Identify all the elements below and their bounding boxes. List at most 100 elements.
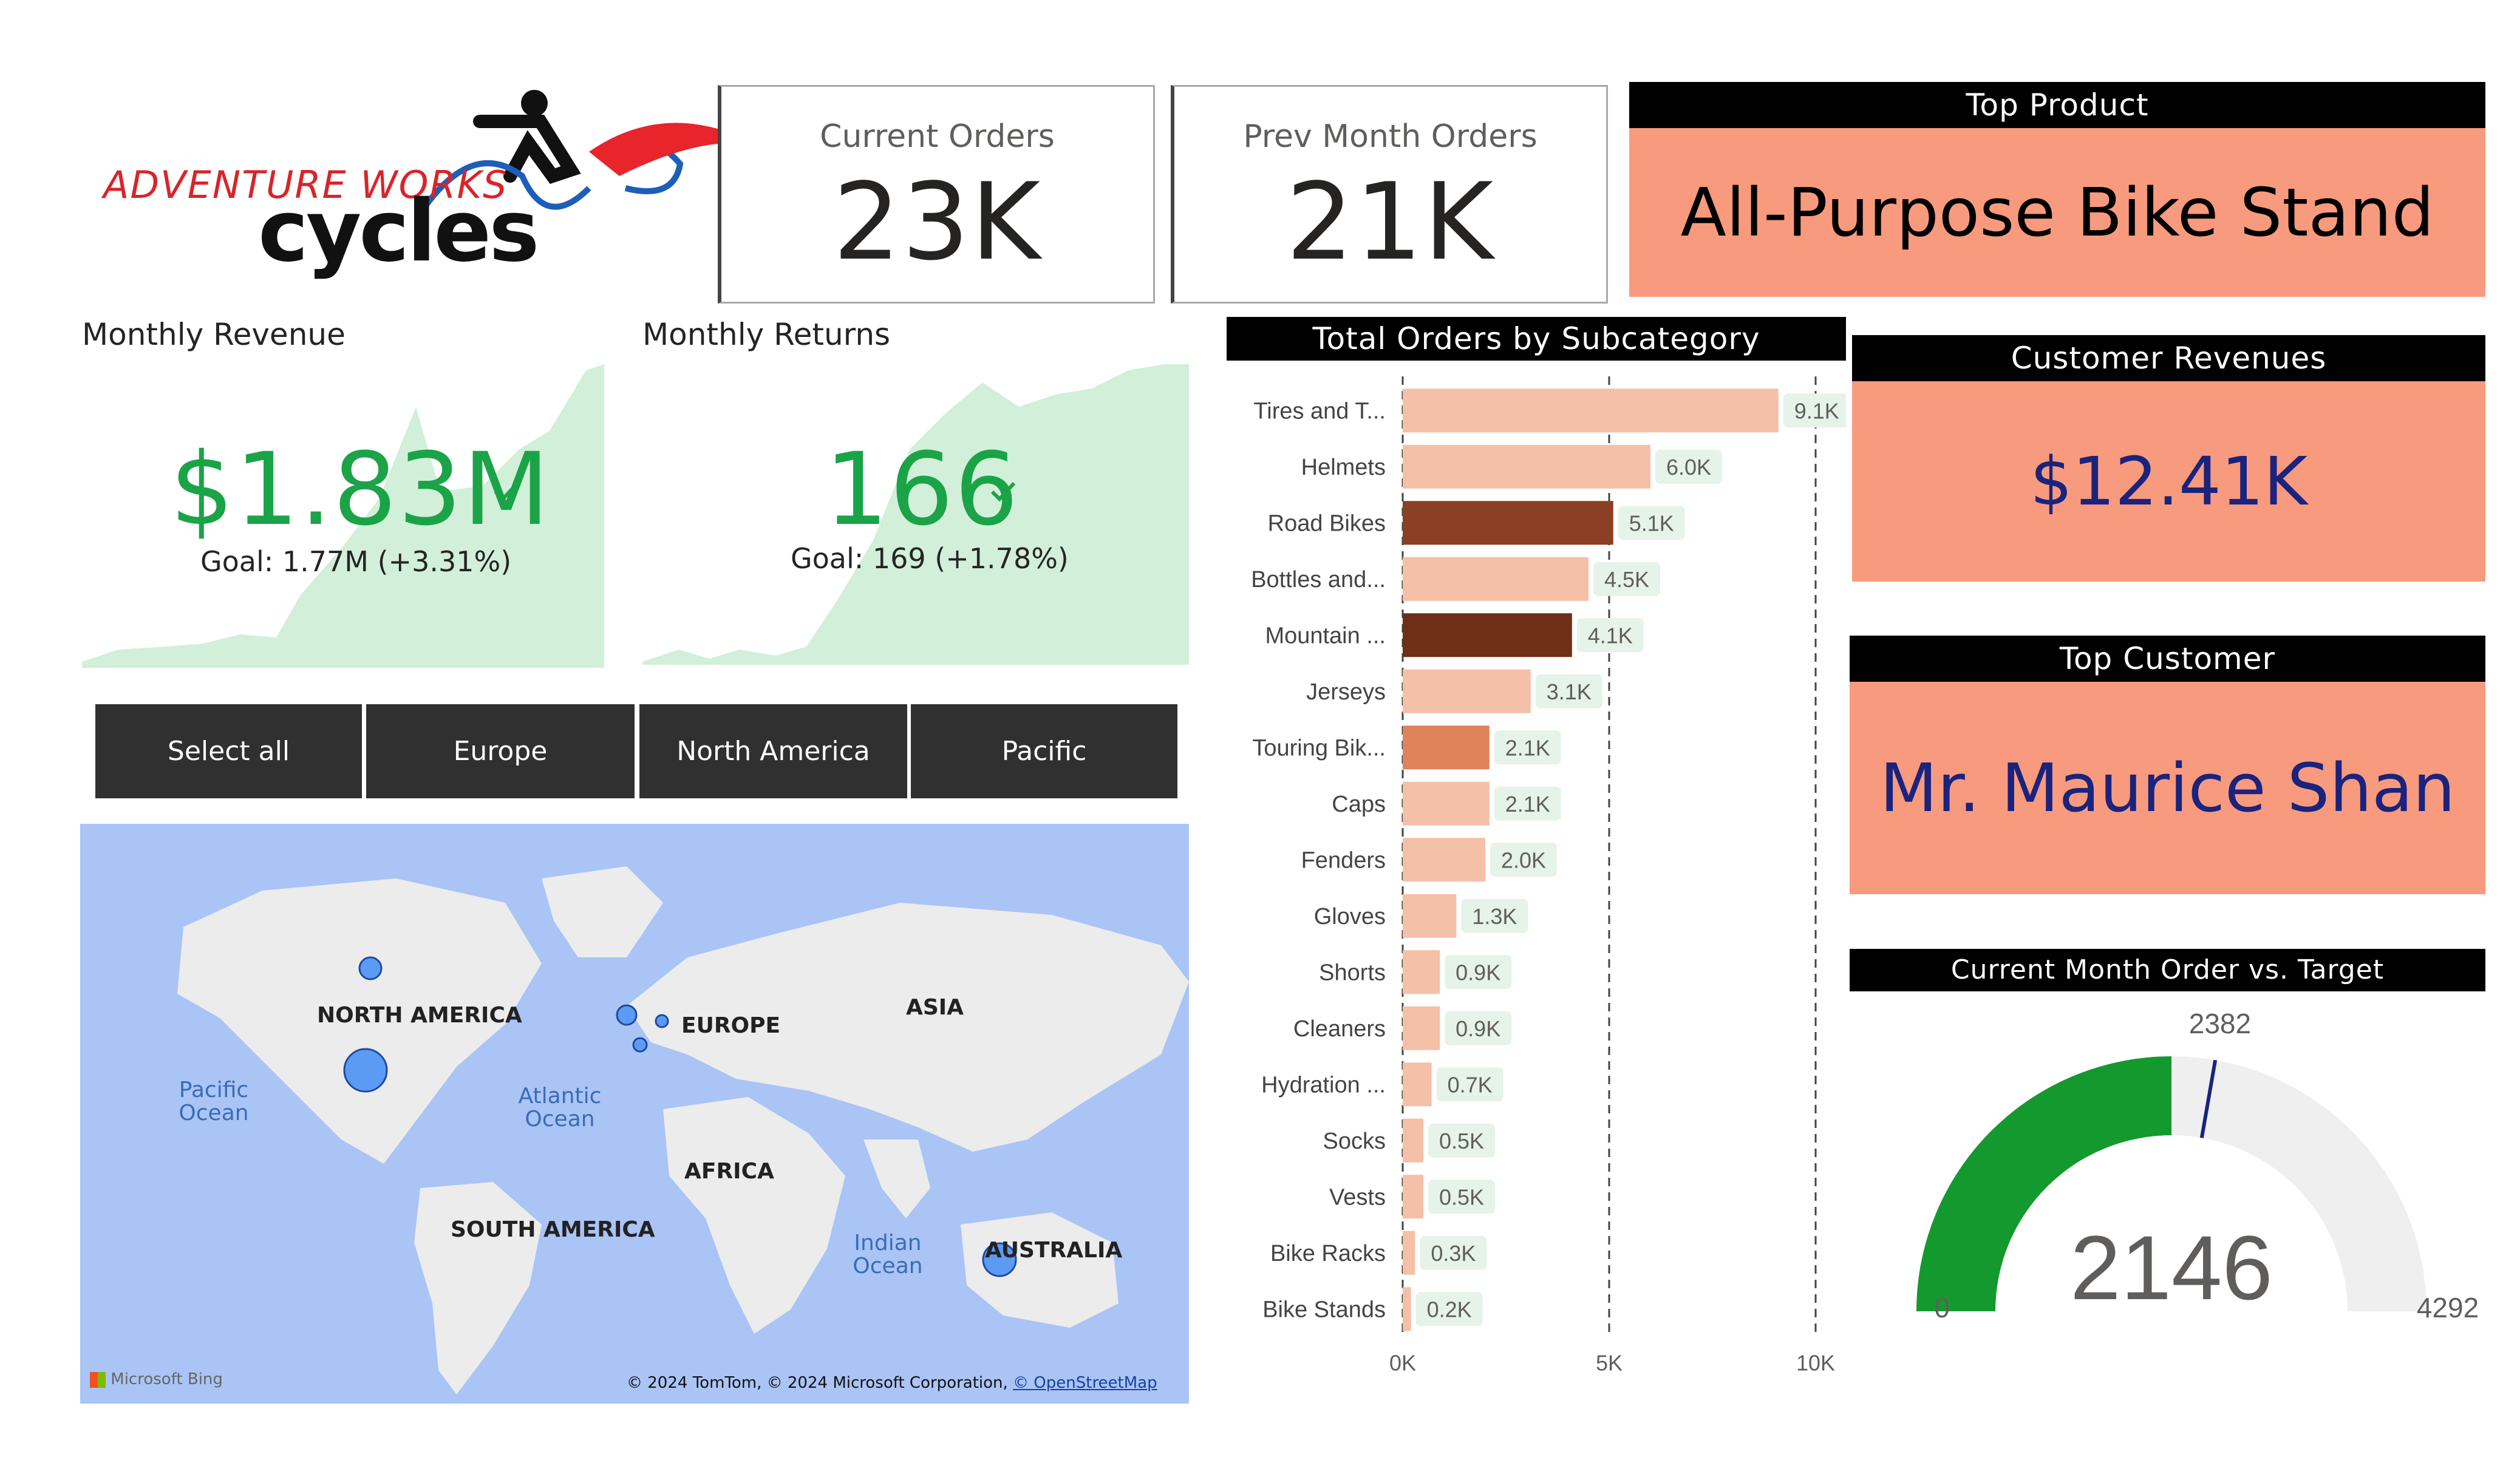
prev-month-orders-card: Prev Month Orders 21K bbox=[1171, 85, 1608, 304]
gauge-value-label: 2146 bbox=[2070, 1217, 2273, 1319]
orders-by-subcategory-chart: 0K 5K 10K Tires and T... 9.1K Helmets 6.0K Road… bbox=[1251, 376, 1846, 1376]
data-label: 6.0K bbox=[1666, 455, 1711, 480]
map-label-australia: AUSTRALIA bbox=[985, 1238, 1123, 1263]
current-orders-value: 23K bbox=[833, 161, 1042, 284]
bar bbox=[1403, 444, 1650, 489]
map-label-north-america: NORTH AMERICA bbox=[317, 1003, 522, 1028]
data-label: 4.5K bbox=[1604, 567, 1649, 592]
bar bbox=[1403, 1175, 1423, 1219]
x-tick-label: 5K bbox=[1596, 1351, 1623, 1376]
current-orders-label: Current Orders bbox=[820, 118, 1055, 155]
gauge-max-label: 4292 bbox=[2417, 1292, 2479, 1323]
map-label-indian-ocean: Indian Ocean bbox=[853, 1231, 923, 1279]
y-category-label: Fenders bbox=[1301, 847, 1386, 873]
bar-chart-title: Total Orders by Subcategory bbox=[1227, 317, 1846, 361]
data-label: 1.3K bbox=[1472, 904, 1517, 929]
customer-revenues-value: $12.41K bbox=[1852, 381, 2485, 582]
bubble-france bbox=[632, 1037, 648, 1053]
map-label-pacific-ocean: Pacific Ocean bbox=[179, 1078, 249, 1126]
map-label-south-america: SOUTH AMERICA bbox=[451, 1217, 655, 1242]
data-label: 0.7K bbox=[1448, 1072, 1493, 1097]
y-category-label: Road Bikes bbox=[1268, 511, 1386, 536]
y-category-label: Mountain ... bbox=[1265, 623, 1386, 648]
top-product-value: All-Purpose Bike Stand bbox=[1629, 128, 2485, 297]
data-label: 5.1K bbox=[1629, 511, 1674, 535]
bubble-canada bbox=[358, 956, 383, 980]
order-target-gauge: 2382 2146 0 4292 bbox=[1916, 1008, 2479, 1323]
data-label: 0.5K bbox=[1439, 1184, 1484, 1209]
slicer-north-america[interactable]: North America bbox=[639, 704, 907, 798]
y-category-label: Shorts bbox=[1319, 960, 1386, 985]
check-icon bbox=[990, 481, 1016, 502]
bar bbox=[1403, 557, 1589, 601]
bar bbox=[1403, 1118, 1423, 1163]
top-product-title: Top Product bbox=[1629, 82, 2485, 128]
data-label: 2.1K bbox=[1505, 792, 1550, 817]
y-category-label: Vests bbox=[1329, 1184, 1386, 1210]
customer-revenues-title: Customer Revenues bbox=[1852, 335, 2485, 381]
logo-text-bottom: cycles bbox=[258, 182, 540, 281]
bubble-uk bbox=[616, 1004, 638, 1026]
map-attribution: © 2024 TomTom, © 2024 Microsoft Corporat… bbox=[627, 1374, 1157, 1392]
data-label: 0.3K bbox=[1431, 1241, 1476, 1266]
slicer-select-all[interactable]: Select all bbox=[95, 704, 362, 798]
bar bbox=[1403, 725, 1490, 770]
bar bbox=[1403, 1287, 1411, 1331]
monthly-returns-title: Monthly Returns bbox=[642, 317, 891, 352]
bar bbox=[1403, 838, 1485, 882]
y-category-label: Jerseys bbox=[1306, 679, 1386, 705]
bubble-usa bbox=[343, 1048, 388, 1093]
bubble-germany bbox=[655, 1014, 669, 1028]
data-label: 2.1K bbox=[1505, 735, 1550, 760]
bar bbox=[1403, 669, 1531, 713]
map-label-europe: EUROPE bbox=[681, 1013, 781, 1038]
gauge-title: Current Month Order vs. Target bbox=[1850, 949, 2485, 991]
y-category-label: Touring Bik... bbox=[1252, 735, 1386, 761]
top-customer-value: Mr. Maurice Shan bbox=[1850, 682, 2485, 894]
y-category-label: Gloves bbox=[1314, 904, 1386, 929]
map-label-africa: AFRICA bbox=[684, 1159, 774, 1184]
data-label: 2.0K bbox=[1501, 847, 1546, 872]
y-category-label: Bottles and... bbox=[1251, 567, 1386, 593]
x-tick-label: 10K bbox=[1796, 1351, 1835, 1376]
bar bbox=[1403, 1062, 1432, 1107]
x-tick-label: 0K bbox=[1389, 1351, 1416, 1376]
gauge-target-label: 2382 bbox=[2189, 1008, 2251, 1039]
map-label-atlantic-ocean: Atlantic Ocean bbox=[518, 1084, 602, 1132]
y-category-label: Socks bbox=[1323, 1129, 1386, 1154]
bar bbox=[1403, 781, 1490, 826]
bing-label: Microsoft Bing bbox=[111, 1370, 223, 1388]
current-orders-card: Current Orders 23K bbox=[718, 85, 1155, 304]
monthly-revenue-title: Monthly Revenue bbox=[82, 317, 346, 352]
bar bbox=[1403, 501, 1613, 545]
map-attribution-text: © 2024 TomTom, © 2024 Microsoft Corporat… bbox=[627, 1374, 1008, 1392]
data-label: 9.1K bbox=[1794, 398, 1839, 423]
bar bbox=[1403, 613, 1572, 657]
data-label: 0.5K bbox=[1439, 1129, 1484, 1153]
data-label: 3.1K bbox=[1547, 679, 1592, 704]
y-category-label: Caps bbox=[1332, 792, 1386, 817]
bar bbox=[1403, 894, 1457, 938]
monthly-returns-goal: Goal: 169 (+1.78%) bbox=[791, 542, 1069, 575]
y-category-label: Cleaners bbox=[1293, 1016, 1386, 1042]
data-label: 0.9K bbox=[1456, 960, 1500, 985]
bar bbox=[1403, 389, 1779, 433]
y-category-label: Helmets bbox=[1301, 455, 1386, 480]
data-label: 0.2K bbox=[1427, 1297, 1472, 1322]
slicer-europe[interactable]: Europe bbox=[366, 704, 635, 798]
openstreetmap-link[interactable]: © OpenStreetMap bbox=[1013, 1374, 1157, 1392]
y-category-label: Bike Stands bbox=[1262, 1297, 1386, 1322]
y-category-label: Tires and T... bbox=[1253, 398, 1386, 424]
bar bbox=[1403, 950, 1440, 994]
y-category-label: Hydration ... bbox=[1261, 1072, 1386, 1098]
map-label-asia: ASIA bbox=[906, 995, 964, 1020]
gauge-min-label: 0 bbox=[1934, 1292, 1950, 1323]
y-category-label: Bike Racks bbox=[1270, 1241, 1386, 1266]
world-map[interactable]: NORTH AMERICA EUROPE ASIA AFRICA SOUTH A… bbox=[80, 824, 1189, 1404]
prev-month-orders-value: 21K bbox=[1286, 161, 1495, 284]
slicer-pacific[interactable]: Pacific bbox=[911, 704, 1177, 798]
bar bbox=[1403, 1231, 1415, 1275]
prev-month-orders-label: Prev Month Orders bbox=[1243, 118, 1538, 155]
data-label: 0.9K bbox=[1456, 1016, 1500, 1041]
top-customer-title: Top Customer bbox=[1850, 636, 2485, 682]
